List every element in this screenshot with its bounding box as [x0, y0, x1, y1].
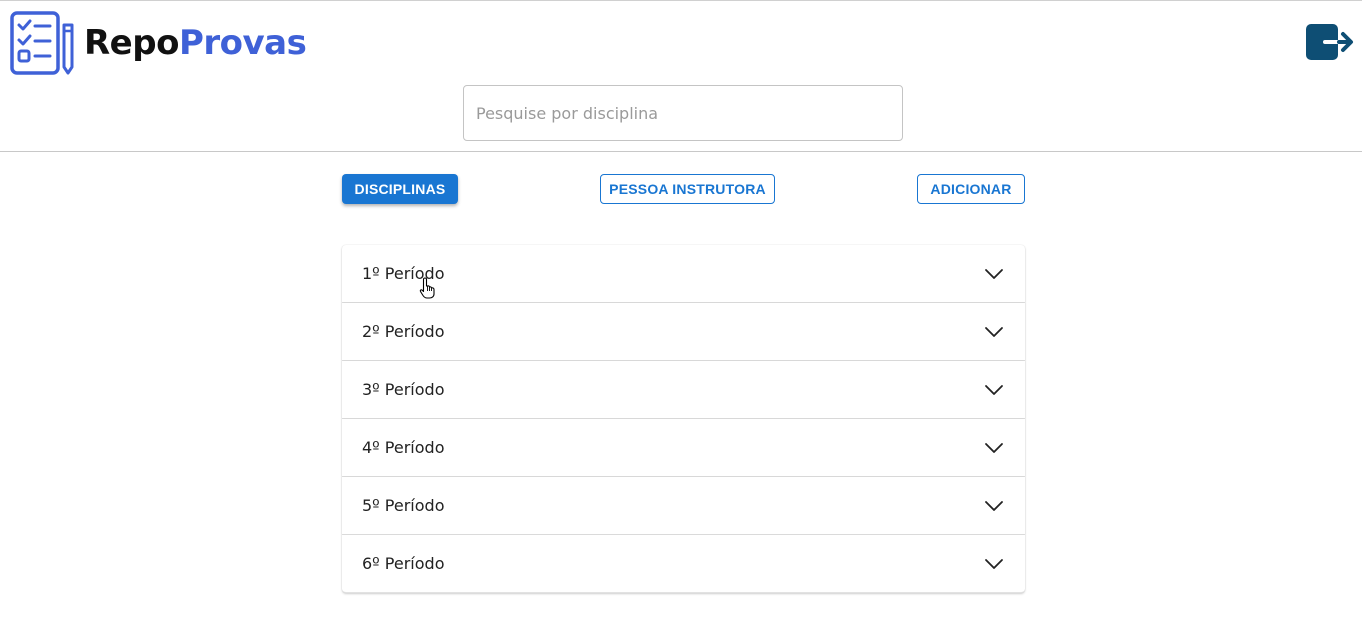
periods-accordion: 1º Período 2º Período 3º Período 4º Perí… [342, 245, 1025, 593]
accordion-item-label: 2º Período [362, 322, 445, 341]
chevron-down-icon [985, 268, 1003, 279]
accordion-item-label: 6º Período [362, 554, 445, 573]
accordion-item-label: 3º Período [362, 380, 445, 399]
brand-name-part2: Provas [178, 23, 307, 63]
accordion-item-label: 4º Período [362, 438, 445, 457]
accordion-item-period-5[interactable]: 5º Período [342, 477, 1025, 535]
search-input[interactable] [463, 85, 903, 141]
accordion-item-period-6[interactable]: 6º Período [342, 535, 1025, 593]
accordion-item-period-3[interactable]: 3º Período [342, 361, 1025, 419]
disciplinas-button[interactable]: DISCIPLINAS [342, 174, 458, 204]
brand-logo[interactable]: RepoProvas [10, 11, 307, 75]
header: RepoProvas [0, 1, 1362, 152]
checklist-pencil-icon [10, 11, 74, 75]
accordion-item-period-4[interactable]: 4º Período [342, 419, 1025, 477]
chevron-down-icon [985, 558, 1003, 569]
adicionar-button[interactable]: ADICIONAR [917, 174, 1025, 204]
pessoa-instrutora-button[interactable]: PESSOA INSTRUTORA [600, 174, 775, 204]
app-root: RepoProvas DISCIPLINAS PESSOA INSTRUTORA… [0, 0, 1362, 621]
chevron-down-icon [985, 384, 1003, 395]
chevron-down-icon [985, 500, 1003, 511]
accordion-item-period-2[interactable]: 2º Período [342, 303, 1025, 361]
accordion-item-label: 1º Período [362, 264, 445, 283]
accordion-item-label: 5º Período [362, 496, 445, 515]
logout-icon[interactable] [1305, 23, 1355, 63]
chevron-down-icon [985, 442, 1003, 453]
chevron-down-icon [985, 326, 1003, 337]
brand-name: RepoProvas [84, 23, 307, 63]
brand-name-part1: Repo [84, 23, 179, 63]
accordion-item-period-1[interactable]: 1º Período [342, 245, 1025, 303]
